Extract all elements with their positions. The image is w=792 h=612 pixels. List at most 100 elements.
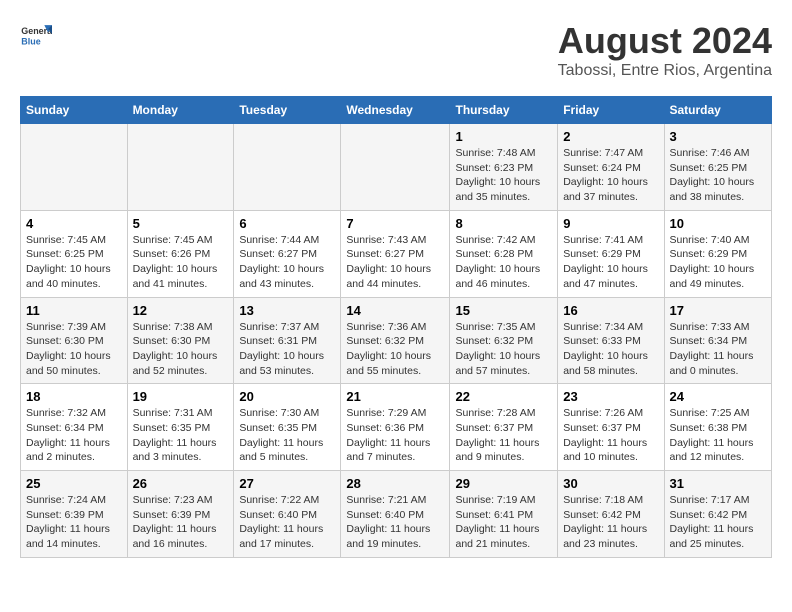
day-number: 10	[670, 216, 767, 231]
day-number: 16	[563, 303, 658, 318]
day-info: Sunrise: 7:46 AM Sunset: 6:25 PM Dayligh…	[670, 147, 755, 203]
calendar-day-26: 26 Sunrise: 7:23 AM Sunset: 6:39 PM Dayli…	[127, 471, 234, 558]
logo: General Blue	[20, 20, 52, 52]
day-header-wednesday: Wednesday	[341, 97, 450, 124]
calendar-day-8: 8 Sunrise: 7:42 AM Sunset: 6:28 PM Daylig…	[450, 210, 558, 297]
day-info: Sunrise: 7:23 AM Sunset: 6:39 PM Dayligh…	[133, 494, 217, 550]
calendar-day-5: 5 Sunrise: 7:45 AM Sunset: 6:26 PM Daylig…	[127, 210, 234, 297]
calendar-day-10: 10 Sunrise: 7:40 AM Sunset: 6:29 PM Dayli…	[664, 210, 772, 297]
day-number: 26	[133, 476, 229, 491]
day-number: 6	[239, 216, 335, 231]
day-header-thursday: Thursday	[450, 97, 558, 124]
day-info: Sunrise: 7:28 AM Sunset: 6:37 PM Dayligh…	[455, 407, 539, 463]
day-number: 22	[455, 389, 552, 404]
day-header-monday: Monday	[127, 97, 234, 124]
day-info: Sunrise: 7:39 AM Sunset: 6:30 PM Dayligh…	[26, 321, 111, 377]
calendar-week-row: 18Sunrise: 7:32 AM Sunset: 6:34 PM Dayli…	[21, 384, 772, 471]
calendar-week-row: 25 Sunrise: 7:24 AM Sunset: 6:39 PM Dayli…	[21, 471, 772, 558]
calendar-day-17: 17 Sunrise: 7:33 AM Sunset: 6:34 PM Dayli…	[664, 297, 772, 384]
day-info: Sunrise: 7:38 AM Sunset: 6:30 PM Dayligh…	[133, 321, 218, 377]
calendar-day-22: 22 Sunrise: 7:28 AM Sunset: 6:37 PM Dayli…	[450, 384, 558, 471]
svg-text:Blue: Blue	[21, 36, 40, 46]
day-number: 12	[133, 303, 229, 318]
day-number: 7	[346, 216, 444, 231]
day-info: Sunrise: 7:40 AM Sunset: 6:29 PM Dayligh…	[670, 234, 755, 290]
day-info: Sunrise: 7:41 AM Sunset: 6:29 PM Dayligh…	[563, 234, 648, 290]
calendar-day-27: 27Sunrise: 7:22 AM Sunset: 6:40 PM Dayli…	[234, 471, 341, 558]
calendar-day-7: 7 Sunrise: 7:43 AM Sunset: 6:27 PM Daylig…	[341, 210, 450, 297]
calendar-day-13: 13Sunrise: 7:37 AM Sunset: 6:31 PM Dayli…	[234, 297, 341, 384]
calendar-day-25: 25 Sunrise: 7:24 AM Sunset: 6:39 PM Dayli…	[21, 471, 128, 558]
day-info: Sunrise: 7:35 AM Sunset: 6:32 PM Dayligh…	[455, 321, 540, 377]
empty-day-cell	[341, 124, 450, 211]
day-info: Sunrise: 7:25 AM Sunset: 6:38 PM Dayligh…	[670, 407, 754, 463]
day-info: Sunrise: 7:31 AM Sunset: 6:35 PM Dayligh…	[133, 407, 217, 463]
day-info: Sunrise: 7:33 AM Sunset: 6:34 PM Dayligh…	[670, 321, 754, 377]
calendar-day-14: 14Sunrise: 7:36 AM Sunset: 6:32 PM Dayli…	[341, 297, 450, 384]
day-info: Sunrise: 7:29 AM Sunset: 6:36 PM Dayligh…	[346, 407, 430, 463]
day-number: 5	[133, 216, 229, 231]
calendar-day-12: 12 Sunrise: 7:38 AM Sunset: 6:30 PM Dayli…	[127, 297, 234, 384]
calendar-day-2: 2 Sunrise: 7:47 AM Sunset: 6:24 PM Daylig…	[558, 124, 664, 211]
calendar-day-29: 29Sunrise: 7:19 AM Sunset: 6:41 PM Dayli…	[450, 471, 558, 558]
calendar-day-28: 28 Sunrise: 7:21 AM Sunset: 6:40 PM Dayli…	[341, 471, 450, 558]
day-info: Sunrise: 7:26 AM Sunset: 6:37 PM Dayligh…	[563, 407, 647, 463]
day-number: 31	[670, 476, 767, 491]
day-number: 19	[133, 389, 229, 404]
day-number: 9	[563, 216, 658, 231]
day-number: 28	[346, 476, 444, 491]
day-info: Sunrise: 7:24 AM Sunset: 6:39 PM Dayligh…	[26, 494, 110, 550]
main-title: August 2024	[558, 20, 772, 62]
calendar-day-21: 21Sunrise: 7:29 AM Sunset: 6:36 PM Dayli…	[341, 384, 450, 471]
day-number: 4	[26, 216, 122, 231]
calendar-table: SundayMondayTuesdayWednesdayThursdayFrid…	[20, 96, 772, 558]
day-info: Sunrise: 7:22 AM Sunset: 6:40 PM Dayligh…	[239, 494, 323, 550]
day-info: Sunrise: 7:45 AM Sunset: 6:25 PM Dayligh…	[26, 234, 111, 290]
calendar-day-20: 20Sunrise: 7:30 AM Sunset: 6:35 PM Dayli…	[234, 384, 341, 471]
calendar-week-row: 1Sunrise: 7:48 AM Sunset: 6:23 PM Daylig…	[21, 124, 772, 211]
subtitle: Tabossi, Entre Rios, Argentina	[558, 62, 772, 80]
calendar-week-row: 4 Sunrise: 7:45 AM Sunset: 6:25 PM Daylig…	[21, 210, 772, 297]
day-info: Sunrise: 7:37 AM Sunset: 6:31 PM Dayligh…	[239, 321, 324, 377]
calendar-day-6: 6 Sunrise: 7:44 AM Sunset: 6:27 PM Daylig…	[234, 210, 341, 297]
day-info: Sunrise: 7:48 AM Sunset: 6:23 PM Dayligh…	[455, 147, 540, 203]
calendar-day-3: 3Sunrise: 7:46 AM Sunset: 6:25 PM Daylig…	[664, 124, 772, 211]
logo-icon: General Blue	[20, 20, 52, 52]
day-number: 2	[563, 129, 658, 144]
calendar-day-15: 15 Sunrise: 7:35 AM Sunset: 6:32 PM Dayli…	[450, 297, 558, 384]
day-header-sunday: Sunday	[21, 97, 128, 124]
day-info: Sunrise: 7:47 AM Sunset: 6:24 PM Dayligh…	[563, 147, 648, 203]
title-area: August 2024 Tabossi, Entre Rios, Argenti…	[558, 20, 772, 80]
day-number: 11	[26, 303, 122, 318]
day-number: 14	[346, 303, 444, 318]
day-number: 15	[455, 303, 552, 318]
calendar-day-30: 30Sunrise: 7:18 AM Sunset: 6:42 PM Dayli…	[558, 471, 664, 558]
day-header-saturday: Saturday	[664, 97, 772, 124]
calendar-day-9: 9 Sunrise: 7:41 AM Sunset: 6:29 PM Daylig…	[558, 210, 664, 297]
calendar-day-16: 16Sunrise: 7:34 AM Sunset: 6:33 PM Dayli…	[558, 297, 664, 384]
calendar-day-23: 23 Sunrise: 7:26 AM Sunset: 6:37 PM Dayli…	[558, 384, 664, 471]
day-info: Sunrise: 7:32 AM Sunset: 6:34 PM Dayligh…	[26, 407, 110, 463]
day-info: Sunrise: 7:45 AM Sunset: 6:26 PM Dayligh…	[133, 234, 218, 290]
day-info: Sunrise: 7:43 AM Sunset: 6:27 PM Dayligh…	[346, 234, 431, 290]
day-info: Sunrise: 7:42 AM Sunset: 6:28 PM Dayligh…	[455, 234, 540, 290]
calendar-day-4: 4 Sunrise: 7:45 AM Sunset: 6:25 PM Daylig…	[21, 210, 128, 297]
page-header: General Blue August 2024 Tabossi, Entre …	[20, 20, 772, 80]
day-number: 23	[563, 389, 658, 404]
day-info: Sunrise: 7:19 AM Sunset: 6:41 PM Dayligh…	[455, 494, 539, 550]
calendar-week-row: 11 Sunrise: 7:39 AM Sunset: 6:30 PM Dayli…	[21, 297, 772, 384]
day-number: 8	[455, 216, 552, 231]
empty-day-cell	[127, 124, 234, 211]
day-header-tuesday: Tuesday	[234, 97, 341, 124]
calendar-day-31: 31Sunrise: 7:17 AM Sunset: 6:42 PM Dayli…	[664, 471, 772, 558]
day-info: Sunrise: 7:21 AM Sunset: 6:40 PM Dayligh…	[346, 494, 430, 550]
day-number: 25	[26, 476, 122, 491]
calendar-day-11: 11 Sunrise: 7:39 AM Sunset: 6:30 PM Dayli…	[21, 297, 128, 384]
day-info: Sunrise: 7:30 AM Sunset: 6:35 PM Dayligh…	[239, 407, 323, 463]
day-header-friday: Friday	[558, 97, 664, 124]
day-number: 17	[670, 303, 767, 318]
calendar-day-19: 19 Sunrise: 7:31 AM Sunset: 6:35 PM Dayli…	[127, 384, 234, 471]
day-info: Sunrise: 7:44 AM Sunset: 6:27 PM Dayligh…	[239, 234, 324, 290]
empty-day-cell	[21, 124, 128, 211]
calendar-day-18: 18Sunrise: 7:32 AM Sunset: 6:34 PM Dayli…	[21, 384, 128, 471]
